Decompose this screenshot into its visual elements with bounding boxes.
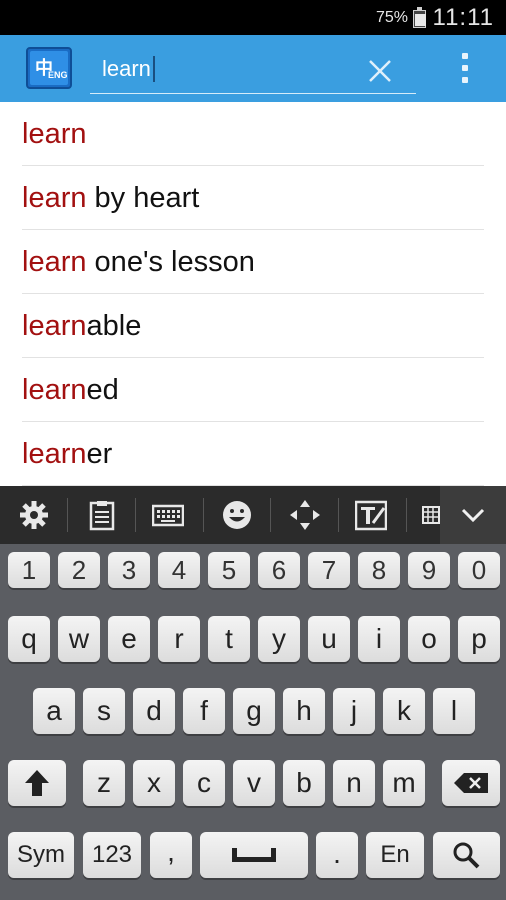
keyboard: 1 2 3 4 5 6 7 8 9 0 q w e r t y u i o p … [0,544,506,900]
key-h[interactable]: h [283,688,325,734]
period-key[interactable]: . [316,832,358,878]
battery-percent: 75% [375,9,408,26]
emoji-icon[interactable] [221,499,253,531]
key-k[interactable]: k [383,688,425,734]
clock: 11:11 [432,4,494,31]
key-g[interactable]: g [233,688,275,734]
results-list: learn learn by heart learn one's lesson … [0,102,506,486]
key-1[interactable]: 1 [8,552,50,588]
key-z[interactable]: z [83,760,125,806]
key-x[interactable]: x [133,760,175,806]
collapse-chevron-icon [461,508,485,523]
backspace-icon [454,773,488,793]
app-bar: 中 ENG [0,35,506,102]
comma-key[interactable]: , [150,832,192,878]
shift-key[interactable] [8,760,66,806]
space-icon [232,848,276,862]
key-j[interactable]: j [333,688,375,734]
settings-icon[interactable] [18,499,50,531]
result-highlight: learn [22,310,87,342]
key-u[interactable]: u [308,616,350,662]
shift-icon [25,770,49,796]
key-t[interactable]: t [208,616,250,662]
key-f[interactable]: f [183,688,225,734]
list-item[interactable]: learner [22,422,484,486]
sym-key[interactable]: Sym [8,832,74,878]
logo-eng-text: ENG [48,70,68,80]
result-highlight: learn [22,118,87,150]
move-cursor-icon[interactable] [289,499,321,531]
overflow-menu-icon[interactable] [458,53,472,85]
language-key[interactable]: En [366,832,424,878]
list-item[interactable]: learned [22,358,484,422]
list-item[interactable]: learn one's lesson [22,230,484,294]
list-item[interactable]: learn by heart [22,166,484,230]
key-5[interactable]: 5 [208,552,250,588]
key-n[interactable]: n [333,760,375,806]
keyboard-toolbar [0,486,506,544]
result-rest: able [86,310,142,342]
key-v[interactable]: v [233,760,275,806]
key-o[interactable]: o [408,616,450,662]
key-l[interactable]: l [433,688,475,734]
result-highlight: learn [22,246,87,278]
key-d[interactable]: d [133,688,175,734]
key-e[interactable]: e [108,616,150,662]
list-item[interactable]: learnable [22,294,484,358]
key-3[interactable]: 3 [108,552,150,588]
key-c[interactable]: c [183,760,225,806]
key-m[interactable]: m [383,760,425,806]
result-rest: ed [86,374,119,406]
result-highlight: learn [22,438,87,470]
key-q[interactable]: q [8,616,50,662]
text-cursor [153,56,155,82]
key-s[interactable]: s [83,688,125,734]
result-rest: er [86,438,113,470]
key-r[interactable]: r [158,616,200,662]
key-a[interactable]: a [33,688,75,734]
key-b[interactable]: b [283,760,325,806]
key-w[interactable]: w [58,616,100,662]
result-highlight: learn [22,182,87,214]
search-box[interactable] [90,49,416,94]
result-rest: one's lesson [86,246,255,278]
space-key[interactable] [200,832,308,878]
key-8[interactable]: 8 [358,552,400,588]
key-7[interactable]: 7 [308,552,350,588]
key-9[interactable]: 9 [408,552,450,588]
search-icon [453,842,480,869]
collapse-toolbar-button[interactable] [440,486,506,544]
status-bar: 75% 11:11 [0,0,506,35]
key-2[interactable]: 2 [58,552,100,588]
result-rest: by heart [86,182,200,214]
result-highlight: learn [22,374,87,406]
key-y[interactable]: y [258,616,300,662]
app-logo-icon[interactable]: 中 ENG [26,45,74,91]
key-i[interactable]: i [358,616,400,662]
key-4[interactable]: 4 [158,552,200,588]
clear-icon[interactable] [366,57,394,85]
keyboard-icon[interactable] [152,499,184,531]
list-item[interactable]: learn [22,102,484,166]
key-p[interactable]: p [458,616,500,662]
search-key[interactable] [433,832,500,878]
handwriting-icon[interactable] [355,499,387,531]
key-6[interactable]: 6 [258,552,300,588]
clipboard-icon[interactable] [86,499,118,531]
battery-icon [413,7,426,28]
grid-icon[interactable] [422,499,440,531]
num-key[interactable]: 123 [83,832,141,878]
search-input[interactable] [102,55,342,83]
backspace-key[interactable] [442,760,500,806]
key-0[interactable]: 0 [458,552,500,588]
